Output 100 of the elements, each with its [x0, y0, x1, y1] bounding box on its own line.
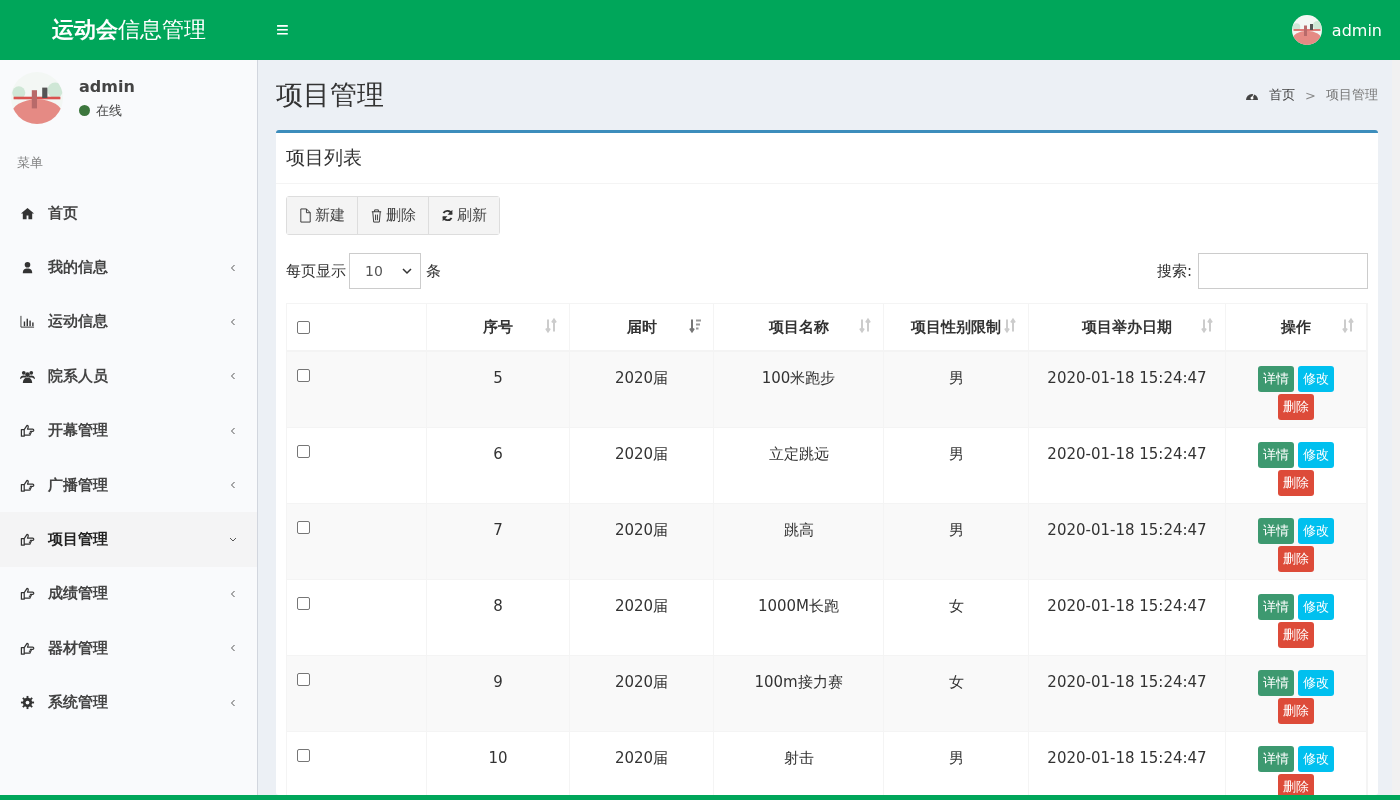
table-cell: 女: [948, 597, 964, 616]
edit-button[interactable]: 修改: [1298, 518, 1334, 544]
table-cell: 射击: [783, 749, 814, 768]
table-cell: 1000M长跑: [757, 597, 840, 616]
table-cell: 男: [948, 749, 964, 768]
sort-descending-icon[interactable]: [689, 317, 701, 334]
bar-chart-icon: [20, 314, 35, 330]
table-cell: 2020-01-18 15:24:47: [1047, 749, 1207, 767]
detail-button[interactable]: 详情: [1258, 442, 1294, 468]
select-all-checkbox[interactable]: [297, 320, 310, 334]
file-icon: [299, 208, 312, 223]
page-size-label: 每页显示: [286, 261, 346, 281]
sidebar-item[interactable]: 项目管理: [0, 512, 257, 567]
delete-button[interactable]: 删除: [1278, 698, 1314, 724]
sidebar-item[interactable]: 我的信息: [0, 240, 257, 295]
table-cell: 2020-01-18 15:24:47: [1047, 369, 1207, 387]
column-header[interactable]: 序号: [483, 317, 513, 337]
detail-button[interactable]: 详情: [1258, 518, 1294, 544]
app-logo[interactable]: 运动会信息管理: [0, 15, 258, 45]
refresh-icon: [441, 208, 454, 223]
user-icon: [20, 260, 35, 276]
table-cell: 跳高: [783, 521, 814, 540]
table-cell: 男: [948, 369, 964, 388]
edit-button[interactable]: 修改: [1298, 746, 1334, 772]
column-header[interactable]: 项目性别限制: [911, 317, 1001, 337]
row-checkbox[interactable]: [297, 369, 310, 382]
edit-button[interactable]: 修改: [1298, 594, 1334, 620]
sidebar-item[interactable]: 运动信息: [0, 294, 257, 350]
detail-button[interactable]: 详情: [1258, 594, 1294, 620]
table-cell: 2020届: [614, 749, 669, 768]
table-cell: 2020-01-18 15:24:47: [1047, 445, 1207, 463]
table-cell: 2020-01-18 15:24:47: [1047, 673, 1207, 691]
sidebar-item[interactable]: 院系人员: [0, 349, 257, 404]
hand-pointing-icon: [20, 477, 35, 493]
search-field[interactable]: [1198, 253, 1368, 289]
row-checkbox[interactable]: [297, 445, 310, 458]
table-cell: 5: [493, 369, 503, 387]
sidebar-item[interactable]: 开幕管理: [0, 403, 257, 458]
table-cell: 立定跳远: [768, 445, 829, 464]
users-icon: [20, 368, 35, 384]
edit-button[interactable]: 修改: [1298, 366, 1334, 392]
table-cell: 8: [493, 597, 503, 615]
card-title: 项目列表: [276, 133, 1378, 184]
column-header[interactable]: 项目举办日期: [1082, 317, 1172, 337]
table-cell: 男: [948, 521, 964, 540]
table-cell: 2020-01-18 15:24:47: [1047, 521, 1207, 539]
menu-heading: 菜单: [16, 154, 44, 172]
hand-pointing-icon: [20, 640, 35, 656]
row-checkbox[interactable]: [297, 749, 310, 762]
table-cell: 女: [948, 673, 964, 692]
delete-button[interactable]: 删除: [1278, 394, 1314, 420]
chevron-down-icon: [402, 267, 412, 275]
table-cell: 2020届: [614, 521, 669, 540]
sidebar-item[interactable]: 广播管理: [0, 457, 257, 513]
page-title: 项目管理: [276, 78, 384, 112]
table-cell: 2020-01-18 15:24:47: [1047, 597, 1207, 615]
detail-button[interactable]: 详情: [1258, 366, 1294, 392]
breadcrumb-link[interactable]: 首页: [1269, 86, 1296, 104]
page-size-select[interactable]: 10: [349, 253, 421, 289]
row-checkbox[interactable]: [297, 521, 310, 534]
toolbar-button[interactable]: 新建: [287, 197, 358, 234]
table-cell: 9: [493, 673, 503, 691]
column-header[interactable]: 届时: [626, 317, 657, 337]
breadcrumb-link[interactable]: 项目管理: [1326, 86, 1378, 104]
settings-icon: [20, 695, 35, 711]
delete-button[interactable]: 删除: [1278, 470, 1314, 496]
delete-button[interactable]: 删除: [1278, 774, 1314, 795]
table-cell: 2020届: [614, 673, 669, 692]
table-cell: 2020届: [614, 597, 669, 616]
row-checkbox[interactable]: [297, 597, 310, 610]
sidebar-item[interactable]: 系统管理: [0, 675, 257, 730]
sidebar-item[interactable]: 成绩管理: [0, 566, 257, 622]
edit-button[interactable]: 修改: [1298, 670, 1334, 696]
table-cell: 10: [488, 749, 508, 767]
table-cell: 2020届: [614, 369, 669, 388]
column-header[interactable]: 项目名称: [768, 317, 829, 337]
sidebar-item[interactable]: 首页: [0, 186, 257, 241]
table-cell: 男: [948, 445, 964, 464]
table-cell: 100m接力赛: [754, 673, 843, 692]
column-header[interactable]: 操作: [1281, 317, 1311, 337]
table-cell: 6: [493, 445, 503, 463]
search-label: 搜索:: [1156, 261, 1192, 281]
page-size-unit: 条: [426, 261, 441, 281]
detail-button[interactable]: 详情: [1258, 670, 1294, 696]
trash-icon: [370, 208, 383, 223]
table-cell: 100米跑步: [761, 369, 836, 388]
row-checkbox[interactable]: [297, 673, 310, 686]
user-name[interactable]: admin: [1331, 20, 1382, 40]
edit-button[interactable]: 修改: [1298, 442, 1334, 468]
table-cell: 7: [493, 521, 503, 539]
status-text: 在线: [96, 101, 122, 120]
sidebar-item[interactable]: 器材管理: [0, 621, 257, 676]
hand-pointing-icon: [20, 586, 35, 602]
home-icon: [20, 205, 35, 221]
hand-pointing-icon: [20, 423, 35, 439]
hand-pointing-icon: [20, 532, 35, 548]
detail-button[interactable]: 详情: [1258, 746, 1294, 772]
delete-button[interactable]: 删除: [1278, 622, 1314, 648]
table-cell: 2020届: [614, 445, 669, 464]
delete-button[interactable]: 删除: [1278, 546, 1314, 572]
